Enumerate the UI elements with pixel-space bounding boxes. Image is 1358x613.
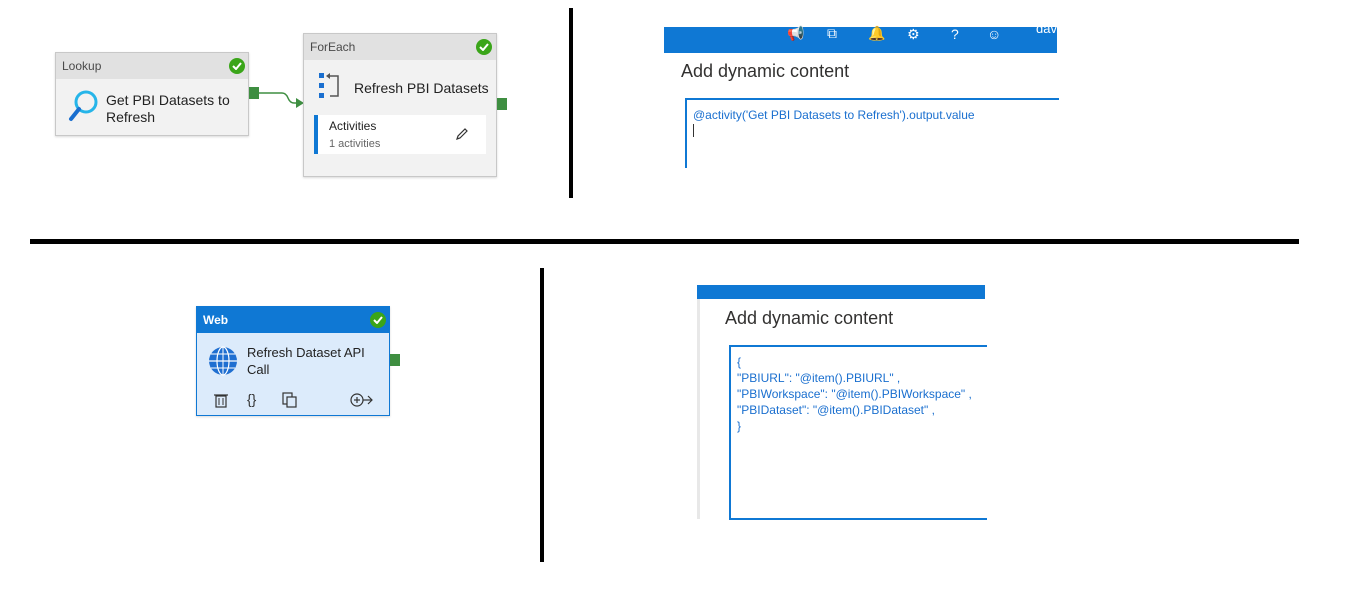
json-line-4: "PBIDataset": "@item().PBIDataset" , [737,403,935,417]
panel-top-title: Add dynamic content [681,61,850,81]
foreach-loop-icon [319,73,339,98]
success-check-icon [476,39,492,55]
edit-pencil-icon[interactable] [455,127,469,141]
lookup-activity[interactable]: Lookup Get PBI Datasets to Refresh [55,52,249,136]
panel-left-edge [697,299,700,519]
clone-icon[interactable] [282,392,298,408]
notifications-icon[interactable]: 🔔 [868,25,885,42]
web-title-line2: Call [247,362,270,377]
web-title-line1: Refresh Dataset API [247,345,365,360]
lookup-title-line2: Refresh [106,109,156,125]
foreach-activity[interactable]: ForEach Refresh PBI Datasets Activities … [303,33,497,177]
web-header: Web [197,307,389,333]
divider-vertical-bottom [540,268,544,562]
foreach-output-port[interactable] [497,98,507,110]
json-line-1: { [737,355,742,369]
lookup-header: Lookup [56,53,248,79]
json-line-5: } [737,419,742,433]
portal-header-bar: 📢 ⧉ 🔔 ⚙ ? ☺ dav [664,21,1057,53]
divider-vertical-top [569,8,573,198]
settings-gear-icon[interactable]: ⚙ [907,26,920,43]
json-line-3: "PBIWorkspace": "@item().PBIWorkspace" , [737,387,972,401]
success-check-icon [229,58,245,74]
success-check-icon [370,312,386,328]
body-editor-bottom[interactable]: { "PBIURL": "@item().PBIURL" , "PBIWorks… [729,345,987,520]
user-feedback-icon[interactable]: ☺ [987,26,1001,42]
activities-count: 1 activities [329,138,381,150]
activities-label: Activities [329,119,377,133]
search-icon [69,90,98,121]
add-output-arrow-icon[interactable] [350,393,374,407]
json-line-2: "PBIURL": "@item().PBIURL" , [737,371,901,385]
portal-header-bar-bottom [697,285,985,299]
code-braces-icon[interactable]: {} [247,391,256,407]
panel-bottom-title: Add dynamic content [725,308,894,328]
directory-icon[interactable]: ⧉ [827,25,837,42]
globe-icon [209,346,237,376]
help-icon[interactable]: ? [951,26,959,42]
foreach-header: ForEach [304,34,496,60]
user-name[interactable]: dav [1036,21,1057,36]
foreach-title: Refresh PBI Datasets [354,80,489,96]
lookup-title-line1: Get PBI Datasets to [106,92,230,108]
delete-icon[interactable] [214,392,228,408]
web-output-port[interactable] [390,354,400,366]
feedback-icon[interactable]: 📢 [787,25,804,42]
expression-editor-top[interactable]: @activity('Get PBI Datasets to Refresh')… [685,98,1059,168]
success-connector[interactable] [258,86,306,112]
divider-horizontal [30,239,1299,244]
expression-text: @activity('Get PBI Datasets to Refresh')… [693,108,975,122]
activities-box[interactable]: Activities 1 activities [314,115,486,154]
activities-accent-bar [314,115,318,154]
text-cursor [693,124,694,137]
web-activity[interactable]: Web Refresh Dataset API Call {} [196,306,390,416]
